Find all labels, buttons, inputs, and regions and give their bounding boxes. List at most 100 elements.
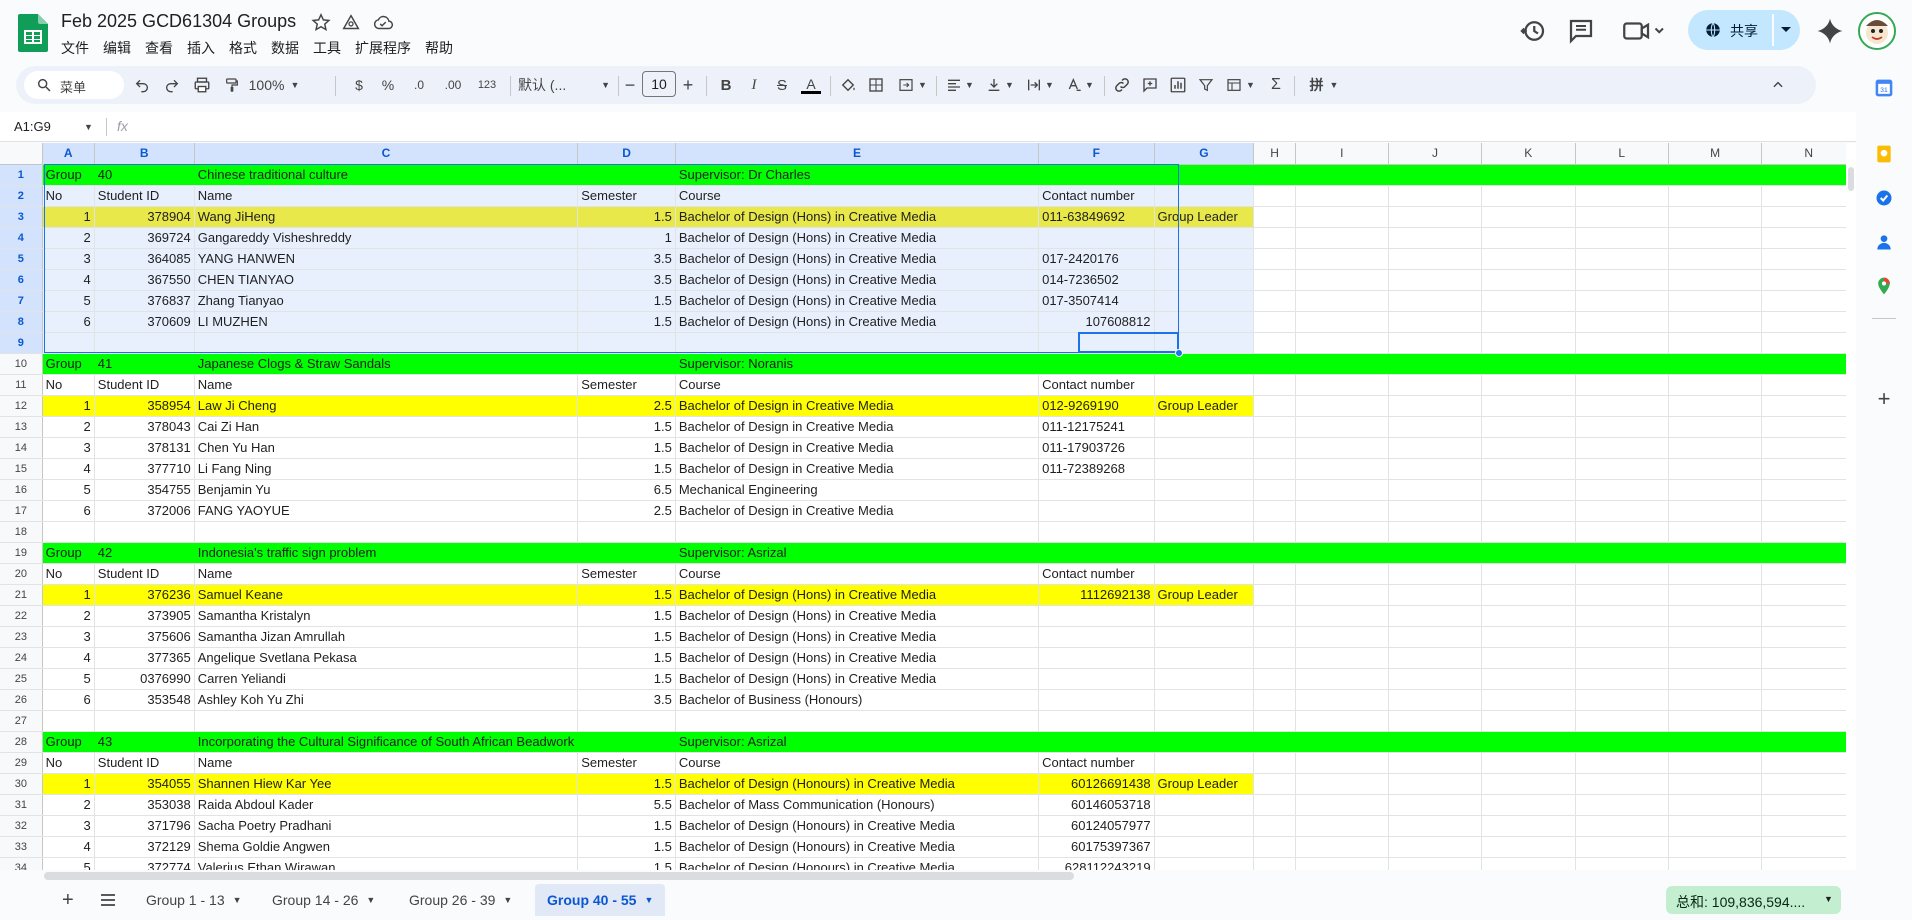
- cell-n1[interactable]: [1761, 164, 1856, 186]
- cell-j14[interactable]: [1388, 437, 1483, 459]
- cell-l20[interactable]: [1575, 563, 1669, 585]
- cell-b34[interactable]: 372774: [94, 857, 195, 870]
- add-sheet-icon[interactable]: +: [50, 884, 86, 916]
- cell-e2[interactable]: Course: [675, 185, 1040, 207]
- cell-i20[interactable]: [1295, 563, 1389, 585]
- cell-b30[interactable]: 354055: [94, 773, 195, 795]
- cell-d23[interactable]: 1.5: [577, 626, 676, 648]
- menu-insert[interactable]: 插入: [187, 38, 215, 58]
- cell-b2[interactable]: Student ID: [94, 185, 195, 207]
- vertical-align-icon[interactable]: ▼: [982, 75, 1018, 95]
- cell-b15[interactable]: 377710: [94, 458, 195, 480]
- row-header[interactable]: 16: [0, 479, 43, 501]
- cell-f29[interactable]: Contact number: [1038, 752, 1155, 774]
- cell-m9[interactable]: [1668, 332, 1763, 354]
- cell-f8[interactable]: 107608812: [1038, 311, 1155, 333]
- cell-g14[interactable]: [1154, 437, 1255, 459]
- cell-b1[interactable]: 40: [94, 164, 195, 186]
- cell-m11[interactable]: [1668, 374, 1763, 396]
- cell-n12[interactable]: [1761, 395, 1856, 417]
- row-header[interactable]: 2: [0, 185, 43, 207]
- cell-l26[interactable]: [1575, 689, 1669, 711]
- cell-c3[interactable]: Wang JiHeng: [194, 206, 579, 228]
- cell-i27[interactable]: [1295, 710, 1389, 732]
- cell-a9[interactable]: [42, 332, 95, 354]
- cell-d9[interactable]: [577, 332, 676, 354]
- increase-decimal-button[interactable]: .00: [438, 75, 468, 95]
- cell-l11[interactable]: [1575, 374, 1669, 396]
- menu-help[interactable]: 帮助: [425, 38, 453, 58]
- chevron-down-icon[interactable]: ▼: [366, 895, 375, 905]
- cell-g3[interactable]: Group Leader: [1154, 206, 1255, 228]
- cell-n13[interactable]: [1761, 416, 1856, 438]
- cell-d6[interactable]: 3.5: [577, 269, 676, 291]
- cell-j16[interactable]: [1388, 479, 1483, 501]
- insert-comment-icon[interactable]: [1140, 75, 1160, 95]
- cell-c32[interactable]: Sacha Poetry Pradhani: [194, 815, 579, 837]
- cell-g8[interactable]: [1154, 311, 1255, 333]
- chevron-down-icon[interactable]: ▼: [503, 895, 512, 905]
- cell-n4[interactable]: [1761, 227, 1856, 249]
- cell-g10[interactable]: [1154, 353, 1255, 375]
- cell-c31[interactable]: Raida Abdoul Kader: [194, 794, 579, 816]
- cell-d4[interactable]: 1: [577, 227, 676, 249]
- collapse-toolbar-icon[interactable]: [1768, 75, 1788, 95]
- cell-c25[interactable]: Carren Yeliandi: [194, 668, 579, 690]
- cell-h34[interactable]: [1253, 857, 1296, 870]
- row-header[interactable]: 5: [0, 248, 43, 270]
- cell-h33[interactable]: [1253, 836, 1296, 858]
- cell-d29[interactable]: Semester: [577, 752, 676, 774]
- cell-b17[interactable]: 372006: [94, 500, 195, 522]
- calendar-icon[interactable]: 31: [1874, 78, 1894, 98]
- row-header[interactable]: 4: [0, 227, 43, 249]
- cell-c9[interactable]: [194, 332, 579, 354]
- cell-j2[interactable]: [1388, 185, 1483, 207]
- cell-c14[interactable]: Chen Yu Han: [194, 437, 579, 459]
- cell-d16[interactable]: 6.5: [577, 479, 676, 501]
- cell-j12[interactable]: [1388, 395, 1483, 417]
- cell-d11[interactable]: Semester: [577, 374, 676, 396]
- contacts-icon[interactable]: [1874, 232, 1894, 252]
- cell-e13[interactable]: Bachelor of Design in Creative Media: [675, 416, 1040, 438]
- cell-i5[interactable]: [1295, 248, 1389, 270]
- cell-f31[interactable]: 60146053718: [1038, 794, 1155, 816]
- insert-chart-icon[interactable]: [1168, 75, 1188, 95]
- cell-b18[interactable]: [94, 521, 195, 543]
- cell-l34[interactable]: [1575, 857, 1669, 870]
- cell-g34[interactable]: [1154, 857, 1255, 870]
- cell-e6[interactable]: Bachelor of Design (Hons) in Creative Me…: [675, 269, 1040, 291]
- cell-i24[interactable]: [1295, 647, 1389, 669]
- cell-h8[interactable]: [1253, 311, 1296, 333]
- cell-k19[interactable]: [1481, 542, 1576, 564]
- cell-n5[interactable]: [1761, 248, 1856, 270]
- cell-a5[interactable]: 3: [42, 248, 95, 270]
- cell-a2[interactable]: No: [42, 185, 95, 207]
- meet-icon[interactable]: [1620, 16, 1666, 46]
- cell-n6[interactable]: [1761, 269, 1856, 291]
- cell-e18[interactable]: [675, 521, 1040, 543]
- cell-m15[interactable]: [1668, 458, 1763, 480]
- cell-i15[interactable]: [1295, 458, 1389, 480]
- cell-f11[interactable]: Contact number: [1038, 374, 1155, 396]
- cell-n34[interactable]: [1761, 857, 1856, 870]
- cell-m13[interactable]: [1668, 416, 1763, 438]
- cell-f28[interactable]: [1038, 731, 1155, 753]
- select-all-corner[interactable]: [0, 143, 43, 165]
- cell-j10[interactable]: [1388, 353, 1483, 375]
- cell-g5[interactable]: [1154, 248, 1255, 270]
- cell-h22[interactable]: [1253, 605, 1296, 627]
- cell-e19[interactable]: Supervisor: Asrizal: [675, 542, 1040, 564]
- row-header[interactable]: 12: [0, 395, 43, 417]
- cell-f14[interactable]: 011-17903726: [1038, 437, 1155, 459]
- cell-m1[interactable]: [1668, 164, 1763, 186]
- cell-c22[interactable]: Samantha Kristalyn: [194, 605, 579, 627]
- cell-d15[interactable]: 1.5: [577, 458, 676, 480]
- cell-l4[interactable]: [1575, 227, 1669, 249]
- cell-a31[interactable]: 2: [42, 794, 95, 816]
- cell-e30[interactable]: Bachelor of Design (Honours) in Creative…: [675, 773, 1040, 795]
- cell-a12[interactable]: 1: [42, 395, 95, 417]
- column-header-i[interactable]: I: [1295, 143, 1389, 165]
- cell-a20[interactable]: No: [42, 563, 95, 585]
- cell-f25[interactable]: [1038, 668, 1155, 690]
- cell-c10[interactable]: Japanese Clogs & Straw Sandals: [194, 353, 579, 375]
